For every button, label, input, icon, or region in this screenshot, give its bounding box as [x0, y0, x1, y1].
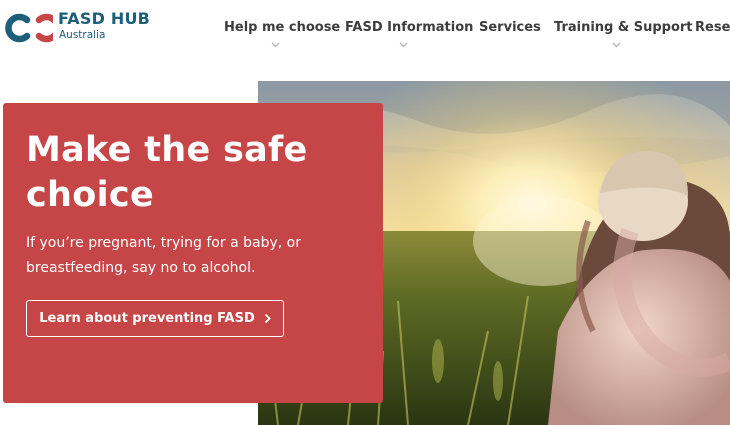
- nav-item-label: Help me choose: [224, 20, 341, 35]
- nav-item-label: Resea: [695, 20, 730, 35]
- chevron-right-icon: [264, 313, 271, 324]
- site-logo[interactable]: FASD HUB Australia: [3, 8, 150, 48]
- cta-label: Learn about preventing FASD: [39, 311, 255, 326]
- hero-title: Make the safe choice: [26, 130, 308, 215]
- hero-body: If you’re pregnant, trying for a baby, o…: [26, 235, 301, 276]
- chevron-down-icon: [271, 42, 280, 48]
- linked-rings-logo-icon: [5, 13, 53, 43]
- chevron-down-icon: [612, 42, 620, 48]
- site-header: FASD HUB Australia Help me choose FASD I…: [0, 0, 730, 70]
- hero-card: Make the safe choice If you’re pregnant,…: [3, 103, 383, 403]
- chevron-down-icon: [399, 42, 407, 48]
- nav-item-label: FASD Information: [345, 20, 474, 35]
- nav-item-help-me-choose[interactable]: Help me choose: [224, 20, 341, 48]
- nav-item-services[interactable]: Services: [479, 20, 541, 36]
- logo-title: FASD HUB: [58, 9, 151, 28]
- logo-subtitle: Australia: [59, 29, 106, 41]
- nav-item-label: Training & Support: [554, 20, 693, 35]
- learn-preventing-fasd-button[interactable]: Learn about preventing FASD: [26, 300, 284, 337]
- nav-item-label: Services: [479, 20, 541, 35]
- nav-item-research[interactable]: Resea: [695, 20, 730, 36]
- nav-item-fasd-information[interactable]: FASD Information: [345, 20, 474, 48]
- nav-item-training-support[interactable]: Training & Support: [554, 20, 693, 48]
